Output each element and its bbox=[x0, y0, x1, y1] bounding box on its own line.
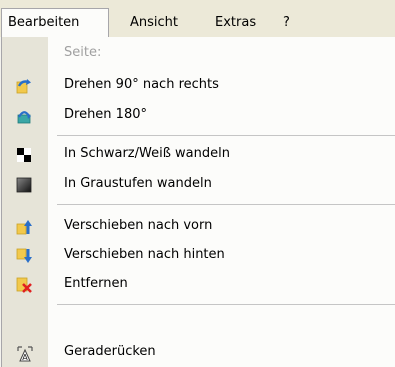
menu-item-label: In Graustufen wandeln bbox=[64, 176, 212, 191]
rotate-right-icon bbox=[16, 78, 32, 94]
grayscale-icon bbox=[16, 177, 32, 193]
menu-help[interactable]: ? bbox=[283, 12, 290, 37]
menu-item-label: Drehen 180° bbox=[64, 107, 147, 122]
remove-icon bbox=[16, 277, 32, 293]
move-back-icon bbox=[16, 248, 32, 264]
section-header: Seite: bbox=[2, 41, 395, 69]
move-forward-icon bbox=[16, 219, 32, 235]
menu-item-label: Entfernen bbox=[64, 276, 128, 291]
straighten-icon: A bbox=[16, 345, 33, 362]
menu-bar: Bearbeiten Ansicht Extras ? bbox=[0, 0, 395, 37]
menu-item-straighten[interactable]: A Geraderücken bbox=[2, 339, 395, 367]
menu-ansicht[interactable]: Ansicht bbox=[130, 12, 178, 37]
menu-bearbeiten[interactable]: Bearbeiten bbox=[1, 8, 109, 37]
menu-item-remove[interactable]: Entfernen bbox=[2, 271, 395, 299]
black-white-icon bbox=[16, 147, 32, 163]
menu-separator bbox=[57, 304, 395, 305]
menu-item-rotate-90[interactable]: Drehen 90° nach rechts bbox=[2, 72, 395, 100]
menu-separator bbox=[57, 135, 395, 136]
rotate-180-icon bbox=[16, 108, 32, 124]
menu-extras[interactable]: Extras bbox=[215, 12, 256, 37]
menu-item-black-white[interactable]: In Schwarz/Weiß wandeln bbox=[2, 141, 395, 169]
menu-separator bbox=[57, 204, 395, 205]
menu-item-label: Verschieben nach vorn bbox=[64, 218, 213, 233]
menu-item-label: Verschieben nach hinten bbox=[64, 247, 225, 262]
menu-item-label: In Schwarz/Weiß wandeln bbox=[64, 146, 230, 161]
menu-item-move-back[interactable]: Verschieben nach hinten bbox=[2, 242, 395, 270]
menu-item-label: Geraderücken bbox=[64, 344, 156, 359]
svg-text:A: A bbox=[22, 353, 28, 362]
menu-item-move-forward[interactable]: Verschieben nach vorn bbox=[2, 213, 395, 241]
menu-item-rotate-180[interactable]: Drehen 180° bbox=[2, 102, 395, 130]
bearbeiten-dropdown: Seite: Drehen 90° nach rechts Drehen 180… bbox=[1, 37, 395, 367]
menu-item-grayscale[interactable]: In Graustufen wandeln bbox=[2, 171, 395, 199]
menu-item-label: Drehen 90° nach rechts bbox=[64, 77, 219, 92]
section-header-label: Seite: bbox=[64, 45, 102, 60]
